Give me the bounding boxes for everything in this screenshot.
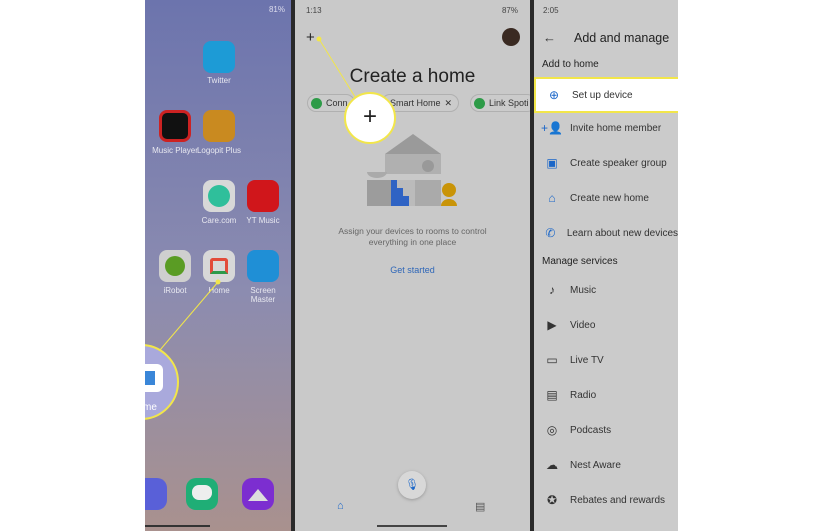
podcasts-icon: ◎ [546,423,558,437]
magnified-label: me [145,402,157,413]
item-label: Live TV [570,354,604,366]
music-note-icon: ♪ [549,283,555,297]
plus-circle-icon: ⊕ [548,88,560,102]
item-label: Video [570,319,596,331]
status-time: 2:05 [543,6,559,15]
house-illustration [367,134,457,206]
music-item[interactable]: ♪ Music [534,273,678,307]
page-title: Add and manage [574,31,670,45]
description-text: Assign your devices to rooms to control … [338,226,487,247]
podcasts-item[interactable]: ◎ Podcasts [534,413,678,447]
item-label: Radio [570,389,597,401]
mic-button[interactable]: 🎙 [398,471,426,499]
messages-app-icon[interactable] [186,478,218,510]
video-icon: ▶ [547,318,557,332]
feed-tab-icon[interactable]: ▤ [475,500,485,513]
create-new-home-item[interactable]: ⌂ Create new home [534,181,678,215]
create-speaker-group-item[interactable]: ▣ Create speaker group [534,146,678,180]
person-add-icon: +👤 [541,121,563,135]
android-home-screen: 81% Twitter Music Player Logopit Plus Ca… [145,0,291,531]
section-heading: Manage services [542,256,618,267]
gallery-app-icon[interactable] [242,478,274,510]
item-label: Podcasts [570,424,612,436]
nav-bar [145,525,210,527]
rewards-icon: ✪ [546,493,558,507]
phone-icon: ✆ [545,226,556,240]
nest-aware-icon: ☁ [546,458,558,472]
home-tab-icon[interactable]: ⌂ [337,500,344,512]
radio-item[interactable]: ▤ Radio [534,378,678,412]
live-tv-item[interactable]: ▭ Live TV [534,343,678,377]
item-label: Set up device [572,89,633,101]
speaker-group-icon: ▣ [546,156,558,170]
item-label: Learn about new devices [566,227,678,239]
back-arrow-icon[interactable]: ← [543,30,556,45]
item-label: Nest Aware [570,459,621,471]
item-label: Invite home member [570,122,662,134]
add-and-manage-screen: 2:05 ← Add and manage Add to home ⊕ Set u… [534,0,678,531]
item-label: Rebates and rewards [570,494,666,506]
radio-icon: ▤ [546,388,558,402]
section-heading: Add to home [542,59,599,70]
set-up-device-item[interactable]: ⊕ Set up device [534,77,678,113]
live-tv-icon: ▭ [546,353,558,367]
invite-home-member-item[interactable]: +👤 Invite home member [534,111,678,145]
nest-aware-item[interactable]: ☁ Nest Aware [534,448,678,482]
camera-app-icon[interactable] [145,478,167,510]
nav-bar [377,525,447,527]
callout-line [159,279,221,351]
google-home-create-screen: 1:13 87% + Create a home Conn Smart Home… [295,0,530,531]
item-label: Music [570,284,597,296]
get-started-link[interactable]: Get started [295,265,530,275]
home-icon: ⌂ [548,191,556,205]
item-label: Create speaker group [570,157,667,169]
video-item[interactable]: ▶ Video [534,308,678,342]
rebates-rewards-item[interactable]: ✪ Rebates and rewards [534,483,678,517]
item-label: Create new home [570,192,649,204]
learn-new-devices-item[interactable]: ✆ Learn about new devices [534,216,678,250]
